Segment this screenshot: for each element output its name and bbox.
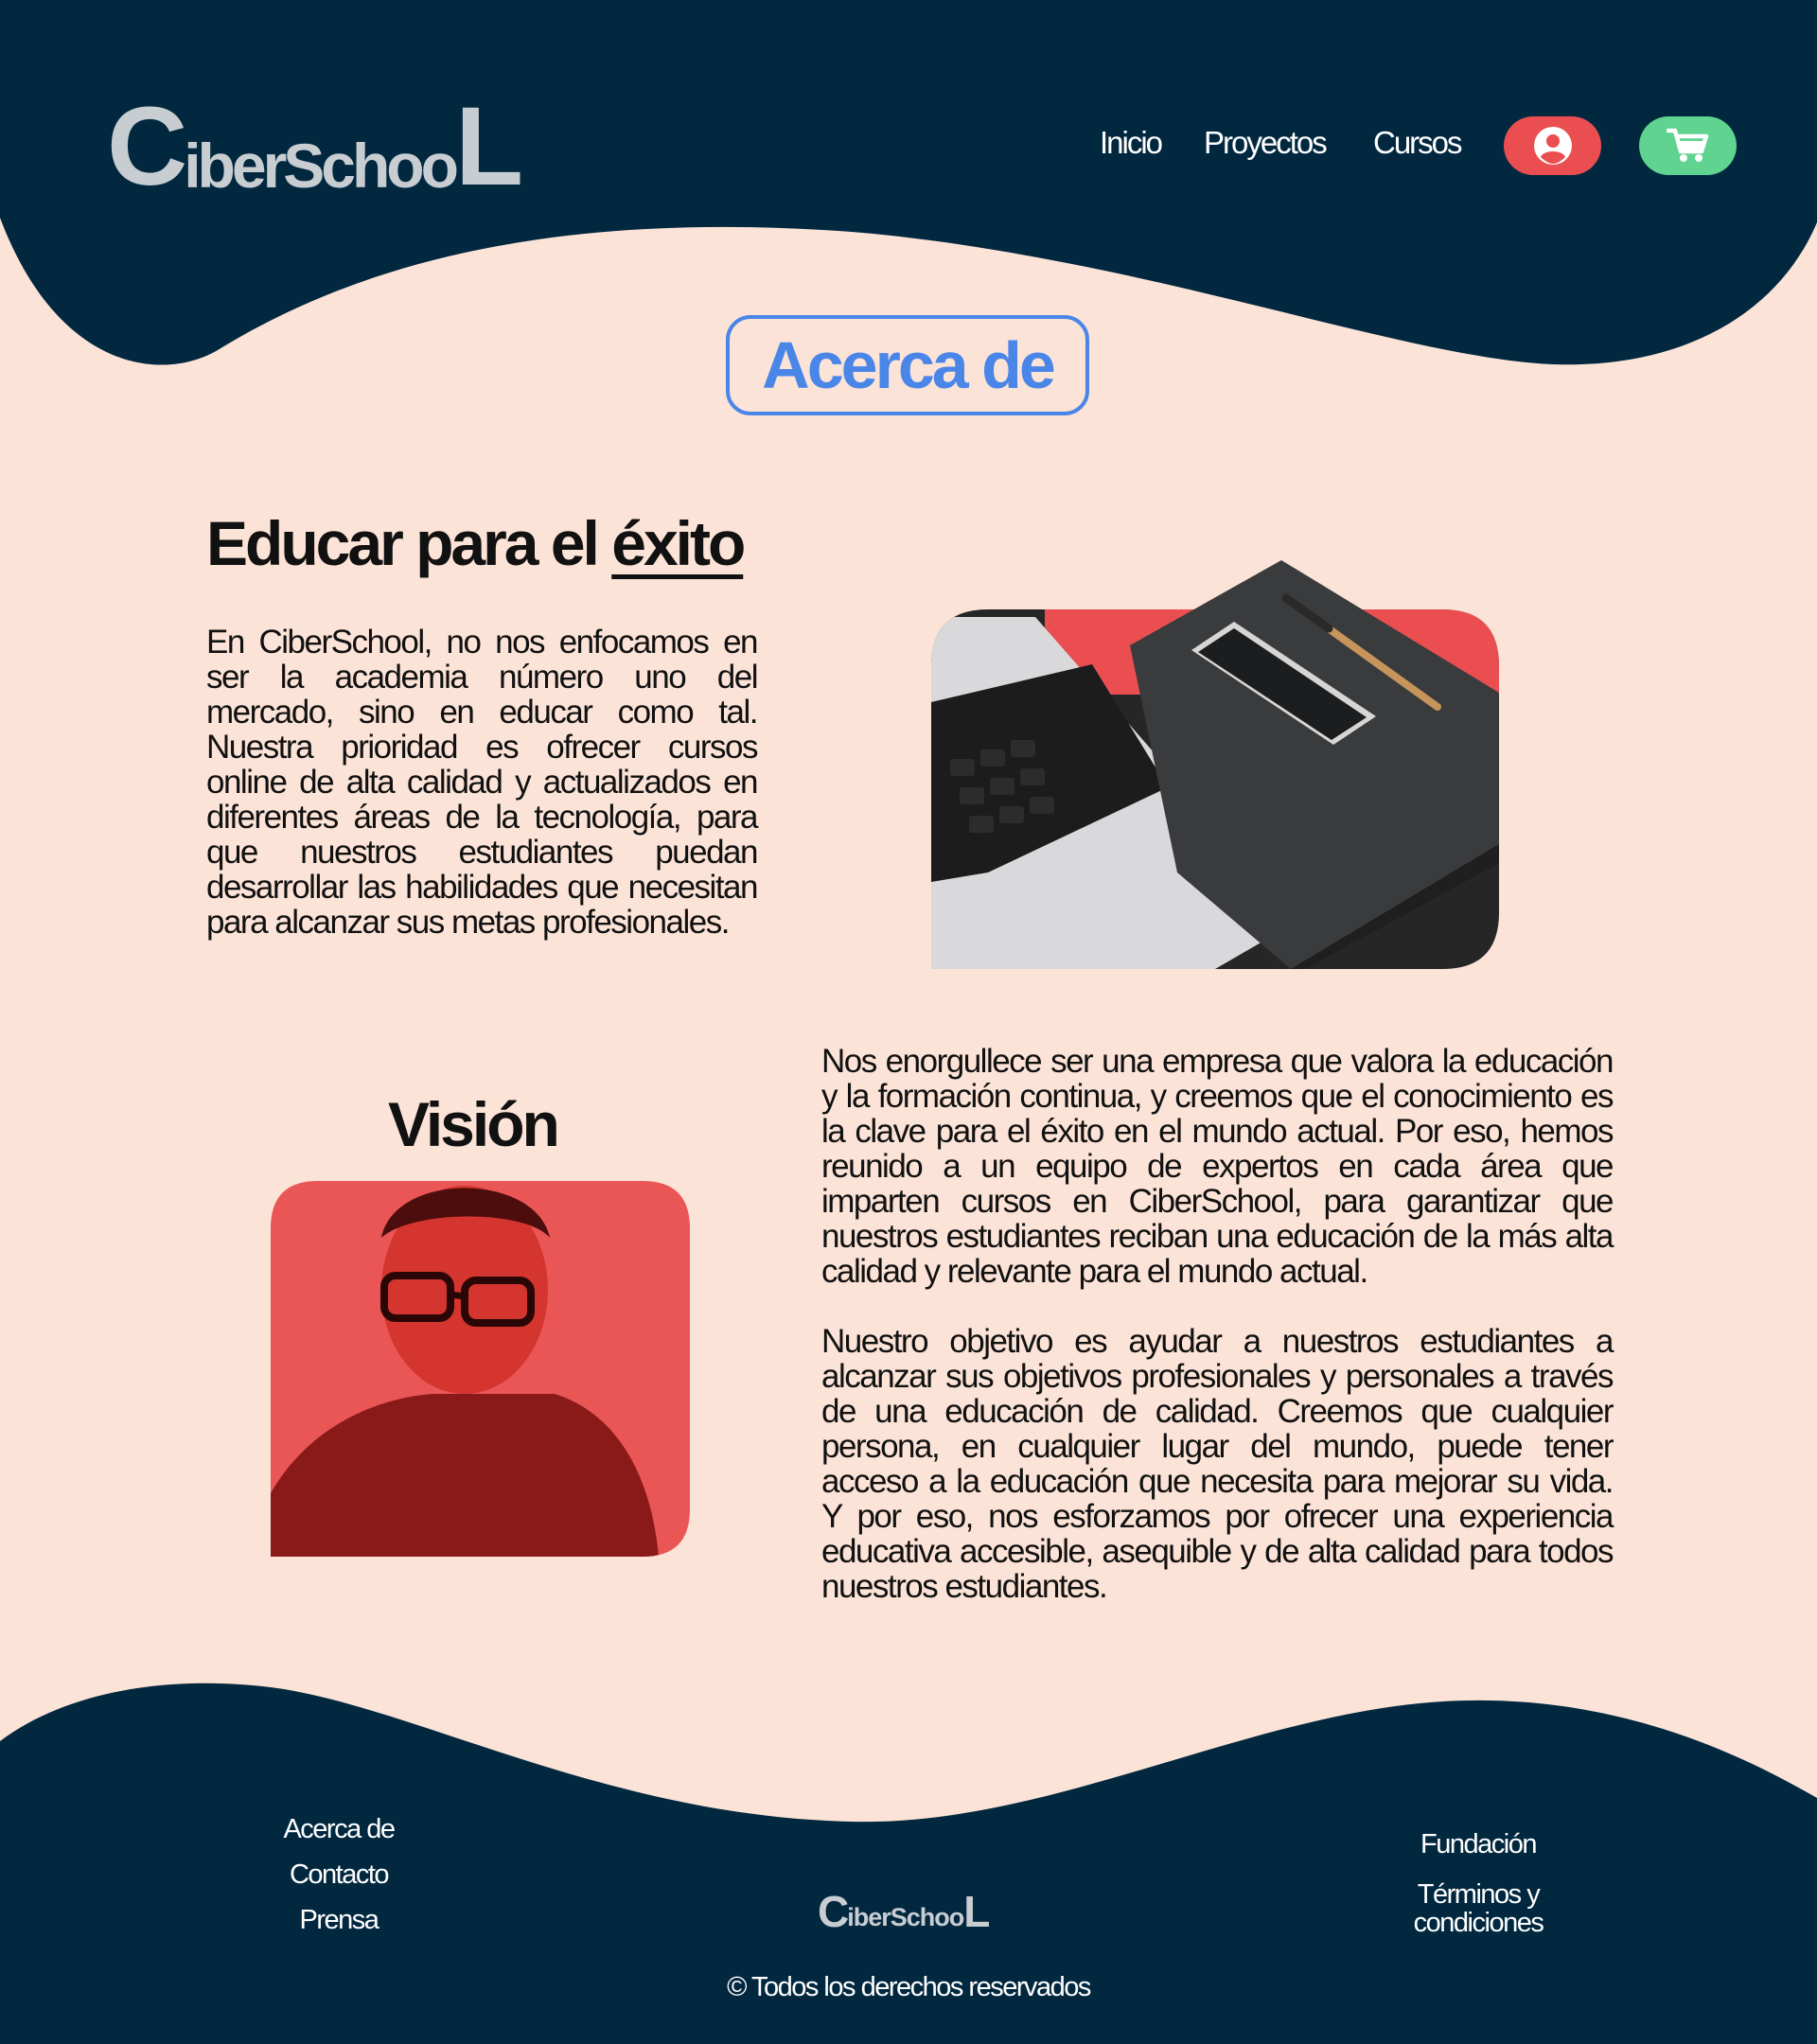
- nav-proyectos[interactable]: Proyectos: [1204, 125, 1328, 161]
- page-title-box: Acerca de: [726, 315, 1089, 415]
- vision-heading: Visión: [388, 1089, 560, 1159]
- nav-inicio[interactable]: Inicio: [1100, 125, 1163, 161]
- laptop-notebook-photo: [931, 560, 1499, 969]
- footer-logo-text: iberSchoo: [847, 1903, 964, 1931]
- footer-links-right: Fundación Términos y condiciones: [1384, 1829, 1573, 1937]
- about-paragraph: En CiberSchool, no nos enfocamos en ser …: [206, 624, 759, 941]
- footer-logo[interactable]: CiberSchoo L: [818, 1887, 990, 1936]
- footer-link-terminos-line1: Términos y: [1417, 1879, 1541, 1910]
- footer-link-contacto[interactable]: Contacto: [244, 1859, 433, 1905]
- logo-letter-l: L: [454, 84, 523, 209]
- ciberschool-logo[interactable]: CiberSchoo L: [107, 84, 523, 209]
- logo-letter-c: C: [107, 84, 187, 209]
- shopping-cart-icon: [1666, 128, 1708, 162]
- page-title: Acerca de: [762, 328, 1056, 402]
- about-heading: Educar para el éxito: [206, 507, 746, 579]
- student-portrait-photo: [271, 1181, 690, 1557]
- shopping-cart-button[interactable]: [1639, 116, 1737, 175]
- nav-cursos[interactable]: Cursos: [1373, 125, 1463, 161]
- footer-links-left: Acerca de Contacto Prensa: [244, 1814, 433, 1950]
- about-heading-text: Educar para el: [206, 508, 600, 578]
- footer-link-terminos[interactable]: Términos y condiciones: [1384, 1880, 1573, 1937]
- footer-link-acerca[interactable]: Acerca de: [244, 1814, 433, 1859]
- footer-logo-letter-l: L: [963, 1887, 990, 1936]
- footer-link-prensa[interactable]: Prensa: [244, 1905, 433, 1950]
- user-account-button[interactable]: [1504, 116, 1601, 175]
- user-circle-icon: [1533, 127, 1572, 165]
- footer-logo-letter-c: C: [818, 1887, 849, 1936]
- copyright-text: © Todos los derechos reservados: [727, 1972, 1091, 2002]
- about-heading-underlined: éxito: [611, 508, 746, 578]
- vision-paragraph-1: Nos enorgullece ser una empresa que valo…: [821, 1043, 1614, 1290]
- footer-link-fundacion[interactable]: Fundación: [1384, 1829, 1573, 1880]
- logo-text: iberSchoo: [184, 131, 459, 201]
- footer-link-terminos-line2: condiciones: [1413, 1908, 1544, 1938]
- vision-paragraph-2: Nuestro objetivo es ayudar a nuestros es…: [821, 1323, 1614, 1605]
